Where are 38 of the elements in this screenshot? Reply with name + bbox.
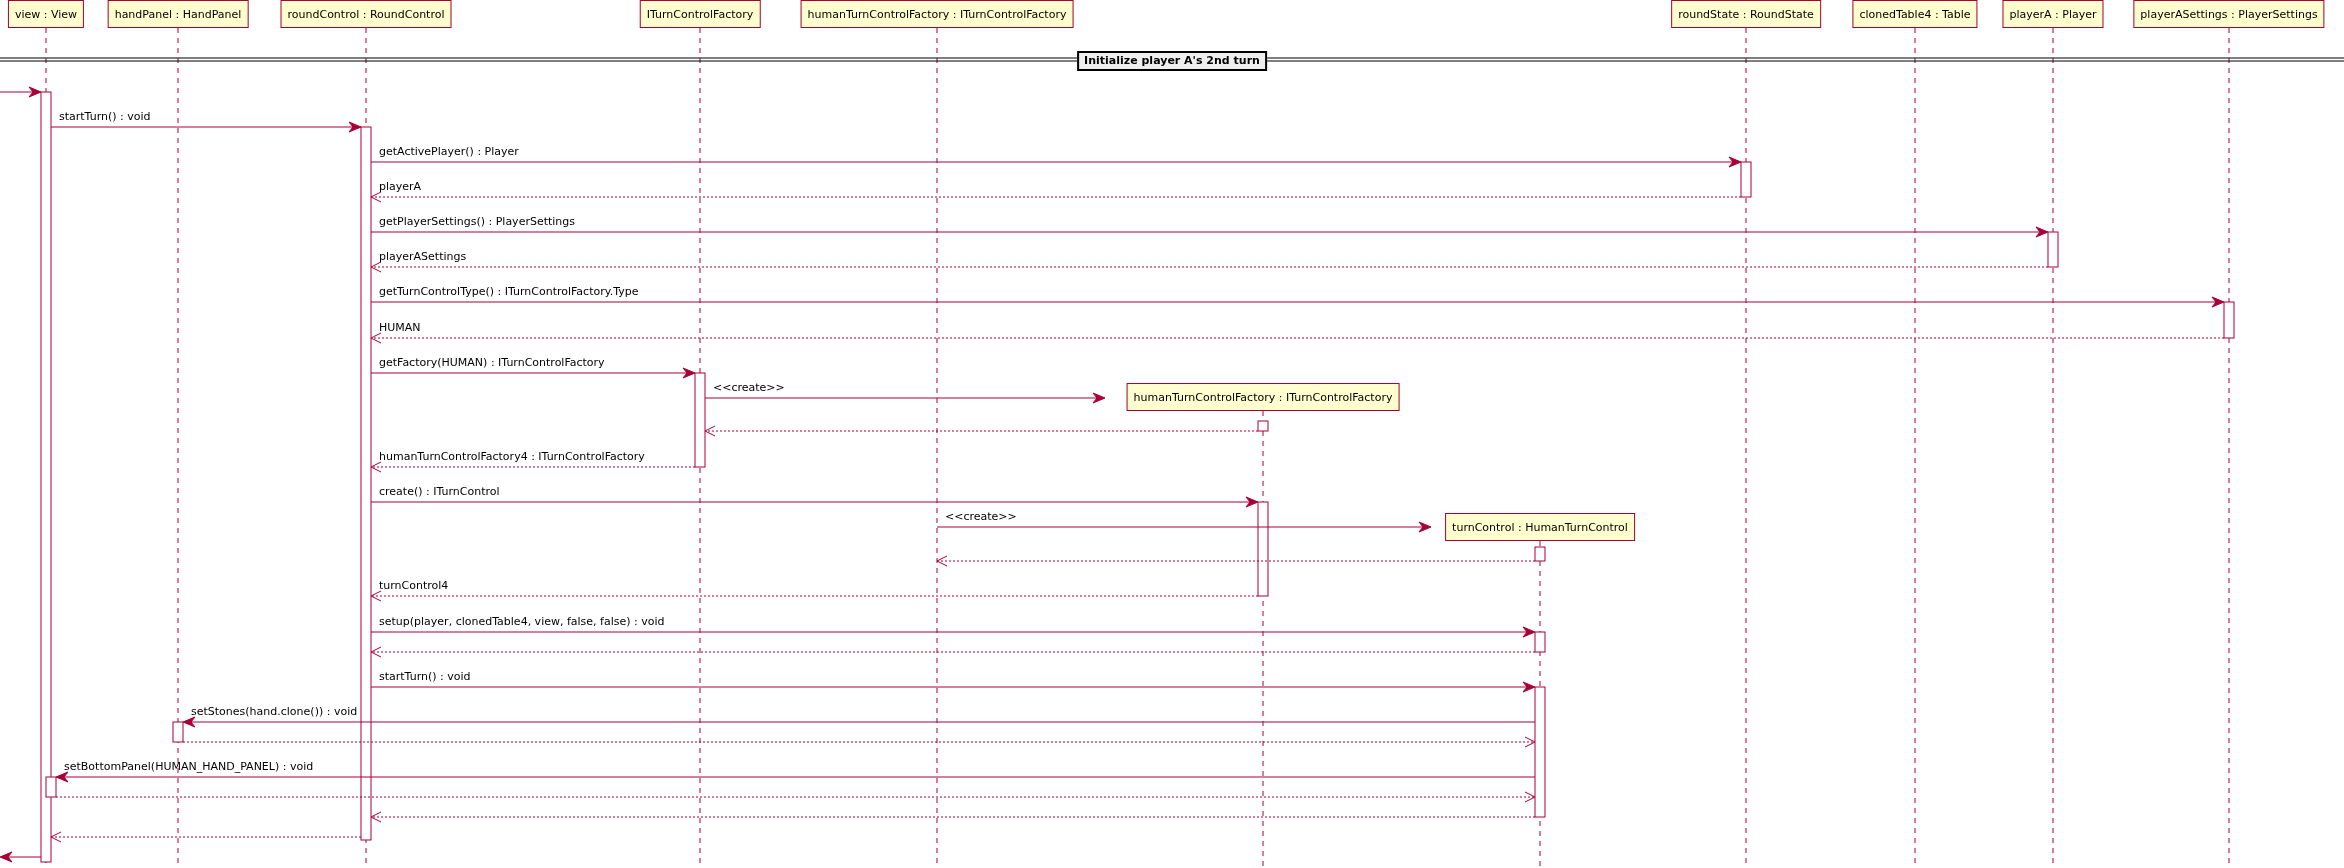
participant-box: roundState : RoundState: [1671, 0, 1821, 28]
activation-bar: [1534, 546, 1546, 562]
message-label: humanTurnControlFactory4 : ITurnControlFactory: [379, 450, 645, 463]
participant-box: ITurnControlFactory: [639, 0, 761, 28]
message-label: playerASettings: [379, 250, 467, 263]
message-label: getPlayerSettings() : PlayerSettings: [379, 215, 576, 228]
message-label: turnControl4: [379, 579, 449, 592]
message-label: setBottomPanel(HUMAN_HAND_PANEL) : void: [64, 760, 314, 773]
message-label: create() : ITurnControl: [379, 485, 500, 498]
activation-bar: [1740, 161, 1752, 198]
message-label: getFactory(HUMAN) : ITurnControlFactory: [379, 356, 605, 369]
message-label: <<create>>: [945, 510, 1017, 523]
participant-box: handPanel : HandPanel: [107, 0, 249, 28]
participant-box: turnControl : HumanTurnControl: [1445, 513, 1635, 541]
message-arrow: [0, 86, 42, 98]
message-label: getTurnControlType() : ITurnControlFactory.Type: [379, 285, 639, 298]
message-label: playerA: [379, 180, 422, 193]
message-arrow: [0, 851, 42, 863]
message-label: setStones(hand.clone()) : void: [191, 705, 358, 718]
participant-box: humanTurnControlFactory : ITurnControlFactory: [1126, 383, 1400, 411]
activation-bar: [1534, 631, 1546, 653]
participant-box: playerASettings : PlayerSettings: [2133, 0, 2325, 28]
participant-box: playerA : Player: [2002, 0, 2104, 28]
activation-bar: [2223, 301, 2235, 339]
participant-box: clonedTable4 : Table: [1852, 0, 1978, 28]
activation-bar: [1257, 420, 1269, 432]
participant-box: view : View: [7, 0, 85, 28]
message-label: HUMAN: [379, 321, 421, 334]
message-label: getActivePlayer() : Player: [379, 145, 519, 158]
participant-box: roundControl : RoundControl: [280, 0, 452, 28]
message-label: <<create>>: [713, 381, 785, 394]
activation-bar: [2047, 231, 2059, 268]
message-label: setup(player, clonedTable4, view, false, false) : void: [379, 615, 665, 628]
fragment-label: Initialize player A's 2nd turn: [1077, 51, 1267, 71]
message-label: startTurn() : void: [379, 670, 471, 683]
participant-box: humanTurnControlFactory : ITurnControlFactory: [800, 0, 1074, 28]
activation-bar: [172, 721, 184, 743]
message-label: startTurn() : void: [59, 110, 151, 123]
